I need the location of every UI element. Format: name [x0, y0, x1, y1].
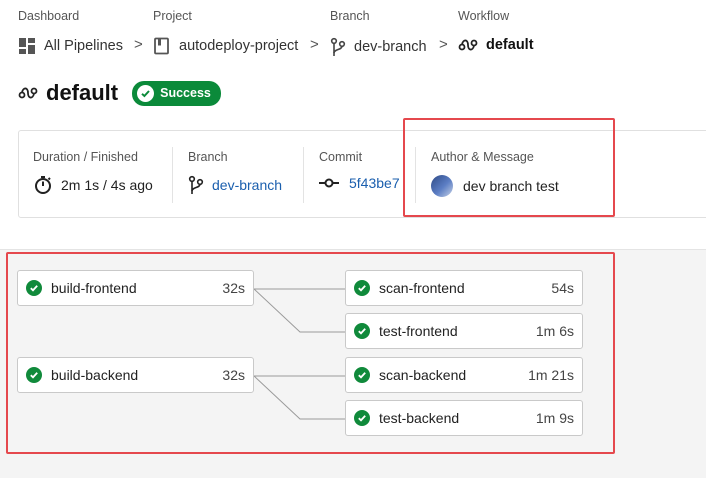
commit-section: Commit 5f43be7: [319, 150, 400, 191]
breadcrumb-value: autodeploy-project: [179, 38, 299, 54]
breadcrumb-link-all-pipelines[interactable]: All Pipelines: [18, 37, 123, 55]
workflow-icon: [18, 86, 38, 100]
commit-value: 5f43be7: [349, 175, 400, 191]
stopwatch-icon: [33, 175, 53, 195]
branch-section: Branch dev-branch: [188, 150, 282, 195]
breadcrumb-dashboard: Dashboard All Pipelines: [18, 9, 123, 55]
dashboard-icon: [18, 37, 36, 55]
commit-icon: [319, 177, 339, 189]
breadcrumb-link-project[interactable]: autodeploy-project: [153, 37, 298, 55]
breadcrumb-label: Dashboard: [18, 9, 80, 23]
duration-section: Duration / Finished 2m 1s / 4s ago: [33, 150, 153, 195]
branch-link[interactable]: dev-branch: [188, 175, 282, 195]
status-badge: Success: [132, 80, 221, 106]
status-badge-label: Success: [160, 86, 211, 100]
workflow-icon: [458, 38, 478, 52]
breadcrumb-separator: >: [439, 36, 448, 53]
breadcrumb-current-workflow: default: [458, 37, 534, 53]
branch-value: dev-branch: [212, 177, 283, 193]
breadcrumb-label: Branch: [330, 9, 370, 23]
duration-value-row: 2m 1s / 4s ago: [33, 175, 153, 195]
breadcrumb-separator: >: [134, 36, 143, 53]
branch-label: Branch: [188, 150, 228, 164]
breadcrumb-label: Workflow: [458, 9, 510, 23]
breadcrumb-branch: Branch dev-branch: [330, 9, 427, 57]
duration-label: Duration / Finished: [33, 150, 138, 164]
breadcrumb-value: All Pipelines: [44, 38, 123, 54]
breadcrumb-separator: >: [310, 36, 319, 53]
breadcrumb-value: dev-branch: [354, 39, 427, 55]
page-title: default: [46, 80, 119, 105]
divider: [303, 147, 304, 203]
breadcrumb-label: Project: [153, 9, 192, 23]
highlight-box-author: [403, 118, 615, 217]
breadcrumb-project: Project autodeploy-project: [153, 9, 298, 55]
divider: [172, 147, 173, 203]
duration-value: 2m 1s / 4s ago: [61, 177, 153, 193]
page-header: default Success: [18, 80, 221, 106]
commit-label: Commit: [319, 150, 363, 164]
commit-link[interactable]: 5f43be7: [319, 175, 400, 191]
highlight-box-graph: [6, 252, 615, 454]
branch-icon: [330, 37, 346, 57]
breadcrumb-value: default: [486, 37, 534, 53]
branch-icon: [188, 175, 204, 195]
project-icon: [153, 37, 171, 55]
breadcrumb-link-branch[interactable]: dev-branch: [330, 37, 427, 57]
check-circle-icon: [137, 84, 155, 102]
breadcrumb-workflow: Workflow default: [458, 9, 534, 53]
